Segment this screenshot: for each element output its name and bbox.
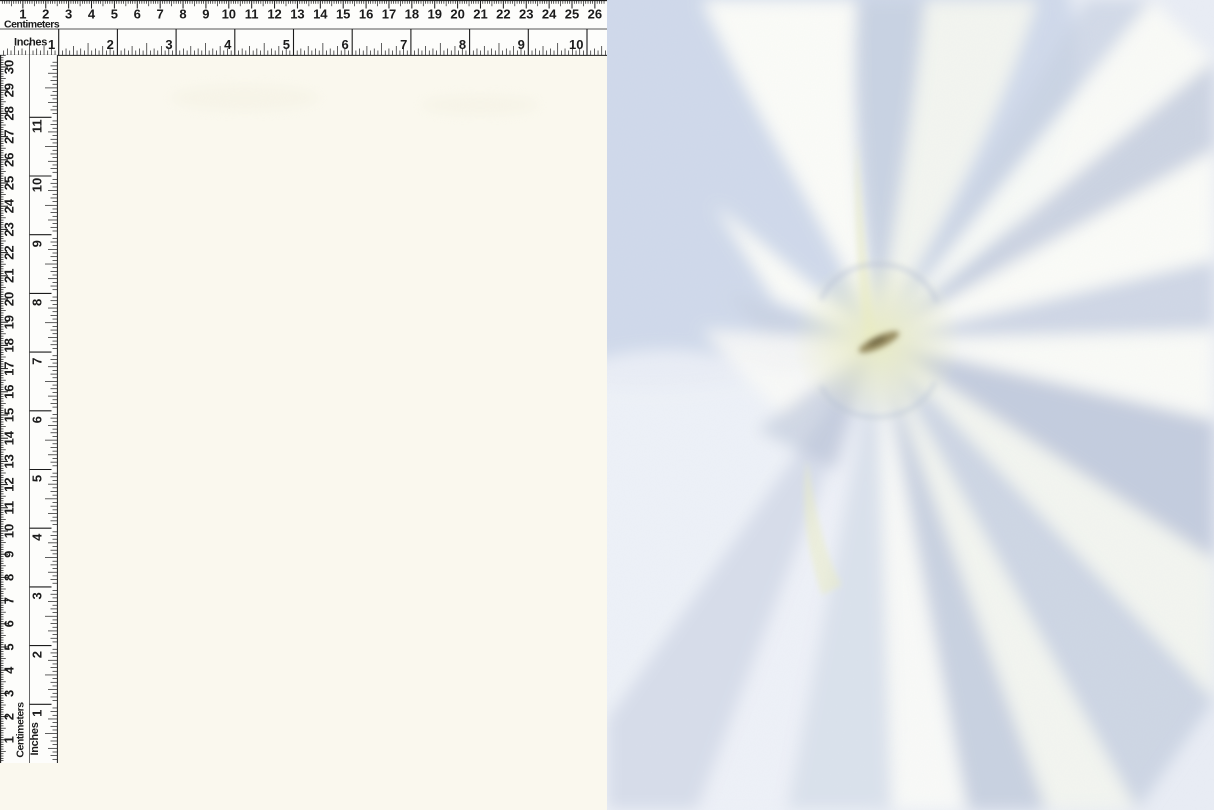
ruler-number: 11 [30,119,45,133]
ruler-number: 6 [134,7,141,22]
horizontal-ruler: 1234567891011121314151617181920212223242… [0,0,607,56]
ruler-number: 10 [30,178,45,192]
ruler-number: 9 [202,7,209,22]
ruler-number: 5 [111,7,118,22]
ruler-number: 7 [400,37,407,52]
ruler-number: 25 [2,176,17,190]
ruler-number: 17 [2,361,17,375]
ruler-number: 4 [2,666,17,674]
twisted-fabric-photo [607,0,1214,810]
ruler-number: 9 [518,37,525,52]
ruler-number: 22 [2,245,17,259]
ruler-number: 23 [2,222,17,236]
ruler-number: 27 [2,129,17,143]
ruler-number: 9 [2,551,17,558]
ruler-number: 10 [2,524,17,538]
ruler-number: 13 [2,454,17,468]
side-ruler-inch-label: Inches [29,722,41,755]
ruler-number: 4 [30,533,45,541]
ruler-number: 30 [2,60,17,74]
ruler-number: 6 [2,620,17,627]
ruler-number: 7 [30,357,45,364]
ruler-number: 4 [88,7,96,22]
ruler-number: 29 [2,83,17,97]
ruler-number: 8 [459,37,466,52]
ruler-number: 19 [427,7,441,22]
ruler-number: 8 [179,7,186,22]
ruler-number: 10 [222,7,236,22]
ruler-number: 13 [290,7,304,22]
ruler-number: 17 [382,7,396,22]
ruler-number: 5 [2,643,17,650]
twisted-fabric-illustration [607,0,1214,810]
ruler-number: 26 [588,7,602,22]
ruler-number: 24 [2,198,17,213]
ruler-number: 9 [30,240,45,247]
fabric-smudge [420,95,540,115]
top-ruler-inch-label: Inches [14,37,47,49]
ruler-number: 16 [359,7,373,22]
ruler-number: 24 [542,7,557,22]
flat-swatch-panel: 1234567891011121314151617181920212223242… [0,0,607,810]
ruler-number: 2 [30,651,45,658]
ruler-number: 19 [2,315,17,329]
ruler-number: 3 [2,690,17,697]
ruler-number: 6 [341,37,348,52]
ruler-number: 20 [2,292,17,306]
ruler-number: 12 [2,477,17,491]
ruler-number: 23 [519,7,533,22]
ruler-number: 28 [2,106,17,120]
fabric-grain-texture [607,0,1214,810]
ruler-number: 1 [48,37,55,52]
ruler-number: 7 [157,7,164,22]
ruler-number: 1 [30,710,45,717]
ruler-number: 20 [450,7,464,22]
ruler-number: 21 [473,7,487,22]
ruler-number: 8 [30,299,45,306]
ruler-number: 10 [569,37,583,52]
ruler-number: 3 [165,37,172,52]
ruler-number: 22 [496,7,510,22]
ruler-number: 3 [30,592,45,599]
ruler-number: 8 [2,574,17,581]
ruler-number: 5 [30,475,45,482]
ruler-number: 16 [2,385,17,399]
fabric-smudge [170,85,320,111]
ruler-number: 11 [2,501,17,515]
ruler-number: 15 [336,7,350,22]
ruler-number: 14 [2,430,17,445]
ruler-number: 15 [2,408,17,422]
ruler-number: 25 [565,7,579,22]
ruler-number: 4 [224,37,232,52]
ruler-number: 2 [107,37,114,52]
side-ruler-cm-label: Centimeters [15,702,27,758]
ruler-number: 5 [283,37,290,52]
vertical-ruler: 1234567891011121314151617181920212223242… [0,55,58,763]
fabric-product-photo: 1234567891011121314151617181920212223242… [0,0,1214,810]
ruler-number: 11 [245,7,259,22]
ruler-number: 6 [30,416,45,423]
ruler-number: 18 [2,338,17,352]
ruler-number: 3 [65,7,72,22]
ruler-number: 12 [267,7,281,22]
ruler-number: 18 [405,7,419,22]
top-ruler-cm-label: Centimeters [4,19,60,31]
horizontal-ruler-scale: 1234567891011121314151617181920212223242… [0,0,607,56]
vertical-ruler-scale: 1234567891011121314151617181920212223242… [0,55,58,763]
ruler-number: 26 [2,153,17,167]
ruler-number: 21 [2,269,17,283]
ruler-number: 14 [313,7,328,22]
ruler-number: 7 [2,597,17,604]
